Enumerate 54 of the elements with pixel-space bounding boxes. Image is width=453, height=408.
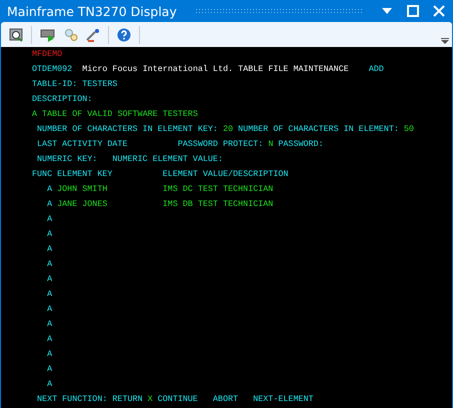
function-code[interactable]: A — [47, 197, 58, 212]
element-key[interactable]: JOHN SMITH — [57, 182, 108, 197]
function-code[interactable]: A — [47, 257, 58, 272]
function-code[interactable]: A — [47, 347, 58, 362]
function-code[interactable]: A — [47, 377, 58, 392]
function-code[interactable]: A — [47, 317, 58, 332]
function-code[interactable]: A — [47, 302, 58, 317]
function-code[interactable]: A — [47, 272, 58, 287]
field-value: TESTERS — [82, 78, 118, 91]
mode-label: ADD — [368, 63, 384, 76]
system-name: MFDEMO — [32, 48, 62, 61]
option-label: ABORT — [212, 393, 238, 406]
help-icon[interactable] — [117, 28, 131, 42]
dropdown-icon[interactable] — [381, 7, 393, 15]
column-header: FUNC ELEMENT KEY — [32, 168, 114, 181]
option-label: NEXT-ELEMENT — [253, 393, 314, 406]
option-label: RETURN — [112, 393, 143, 406]
input-field[interactable]: X — [148, 392, 153, 407]
window-title: Mainframe TN3270 Display — [7, 4, 177, 18]
input-field[interactable]: A TABLE OF VALID SOFTWARE TESTERS — [32, 107, 198, 122]
field-label: NEXT FUNCTION: — [37, 393, 108, 406]
field-label: TABLE-ID: — [32, 78, 78, 91]
maximize-icon[interactable] — [407, 5, 419, 17]
field-label: NUMBER OF CHARACTERS IN ELEMENT: — [238, 123, 399, 136]
field-label: PASSWORD PROTECT: — [178, 138, 264, 151]
element-value[interactable]: IMS DB TEST TECHNICIAN — [162, 197, 274, 212]
field-label: PASSWORD: — [278, 138, 324, 151]
input-field[interactable]: N — [268, 137, 274, 152]
close-icon[interactable] — [433, 5, 445, 17]
play-icon[interactable] — [40, 28, 56, 42]
gears-icon[interactable] — [64, 28, 78, 42]
overflow-icon[interactable] — [441, 38, 449, 44]
option-label: CONTINUE — [158, 393, 198, 406]
input-field[interactable]: 50 — [404, 122, 414, 137]
field-label: DESCRIPTION: — [32, 93, 92, 106]
field-label: LAST ACTIVITY DATE — [37, 138, 128, 151]
function-code[interactable]: A — [47, 332, 58, 347]
function-code[interactable]: A — [47, 212, 58, 227]
field-label: NUMERIC ELEMENT VALUE: — [112, 153, 223, 166]
program-id: OTDEM092 — [32, 63, 72, 76]
function-code[interactable]: A — [47, 182, 58, 197]
field-label: NUMERIC KEY: — [37, 153, 98, 166]
screen-title: Micro Focus International Ltd. TABLE FILE MAINTENANCE — [82, 63, 349, 76]
function-code[interactable]: A — [47, 227, 58, 242]
wand-icon[interactable] — [86, 28, 100, 42]
column-header: ELEMENT VALUE/DESCRIPTION — [162, 168, 288, 181]
function-code[interactable]: A — [47, 362, 58, 377]
element-key[interactable]: JANE JONES — [57, 197, 108, 212]
function-code[interactable]: A — [47, 287, 58, 302]
function-code[interactable]: A — [47, 242, 58, 257]
monitor-icon[interactable] — [9, 28, 23, 42]
element-value[interactable]: IMS DC TEST TECHNICIAN — [162, 182, 274, 197]
input-field[interactable]: 20 — [222, 122, 234, 137]
field-label: NUMBER OF CHARACTERS IN ELEMENT KEY: — [37, 123, 218, 136]
